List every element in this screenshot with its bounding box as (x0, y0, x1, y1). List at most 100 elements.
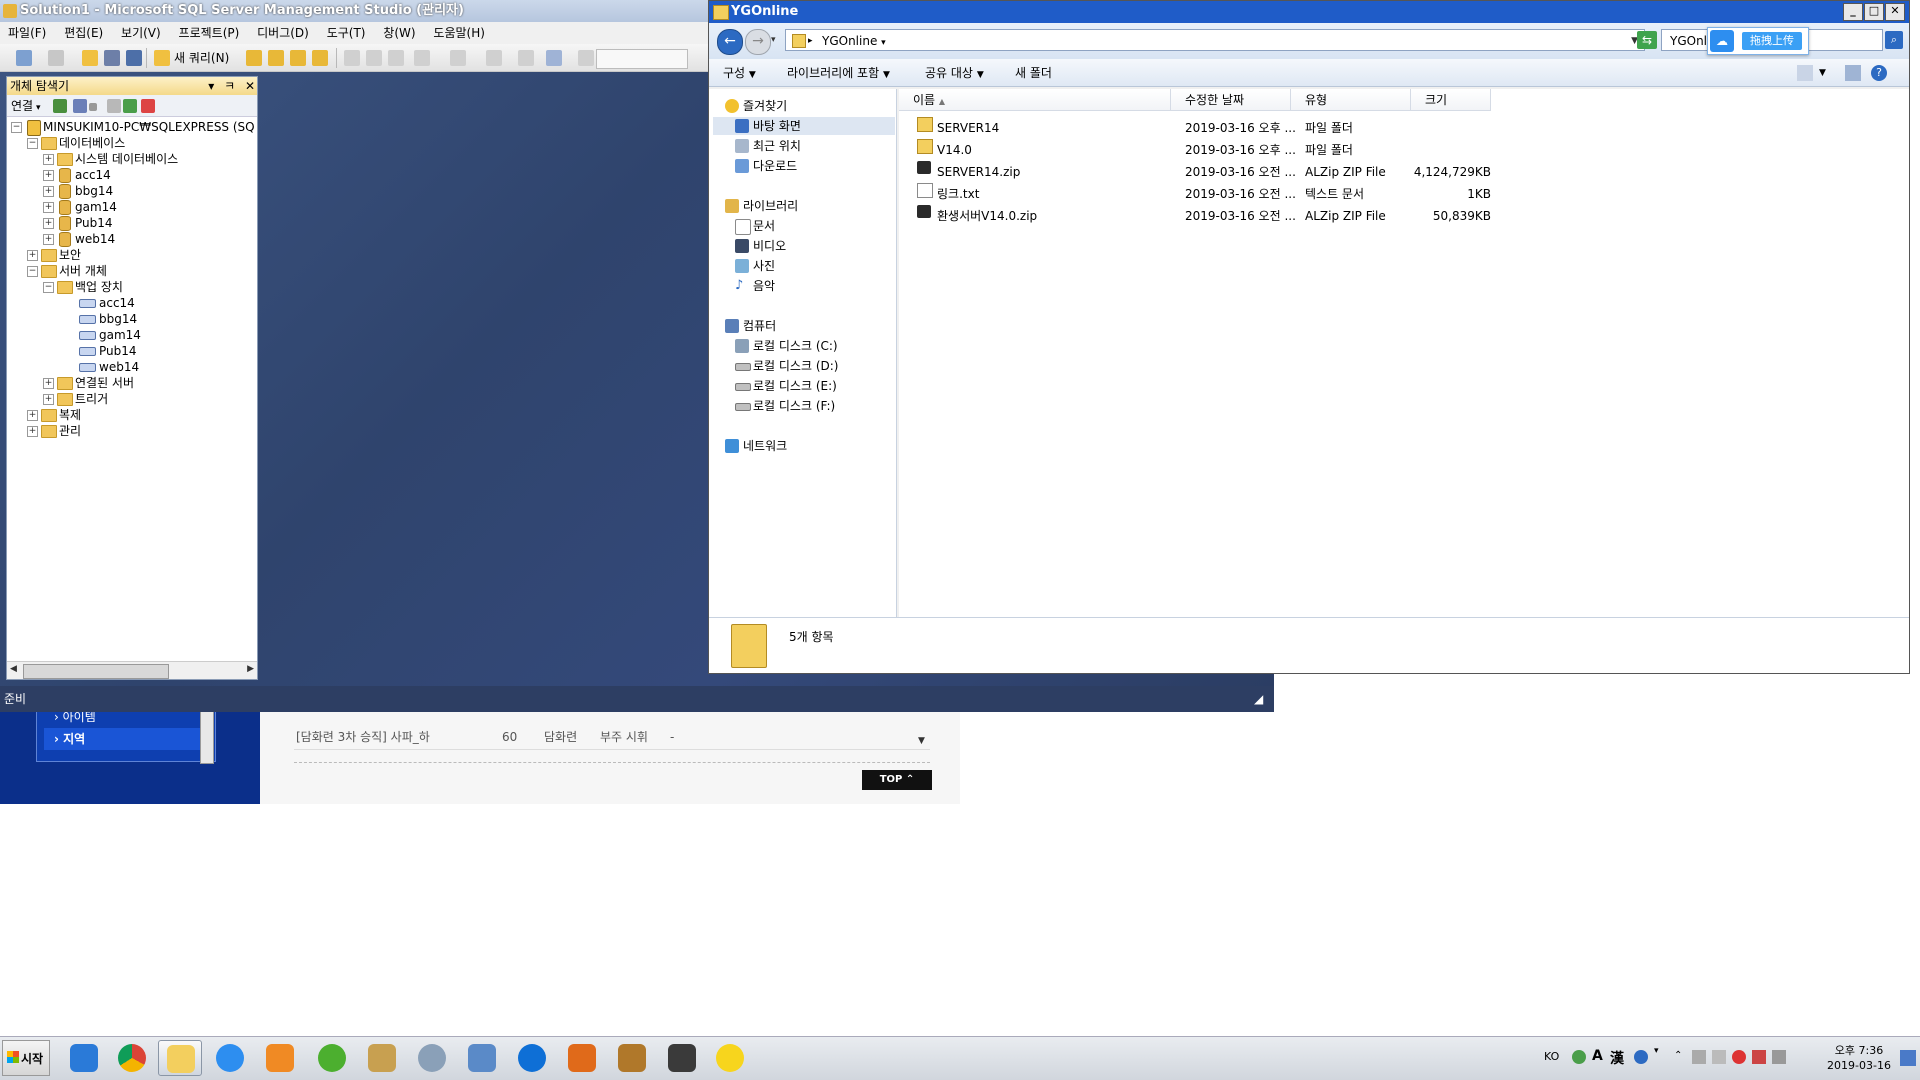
ime-mode-icon[interactable] (1572, 1050, 1586, 1064)
collapse-icon[interactable]: − (27, 138, 38, 149)
activity-icon[interactable] (141, 99, 155, 113)
refresh-icon[interactable] (123, 99, 137, 113)
query-mdx-icon[interactable] (290, 50, 306, 66)
minimize-button[interactable]: _ (1843, 3, 1863, 21)
menu-edit[interactable]: 편집(E) (64, 26, 103, 40)
scrollbar-thumb[interactable] (23, 664, 169, 679)
grid-icon[interactable] (48, 50, 64, 66)
signal-icon[interactable] (1772, 1050, 1786, 1064)
navigate-back-icon[interactable] (486, 50, 502, 66)
expand-icon[interactable]: + (43, 234, 54, 245)
refresh-icon[interactable]: ⇆ (1637, 31, 1657, 49)
help-icon[interactable] (1634, 1050, 1648, 1064)
include-in-library-button[interactable]: 라이브러리에 포함 ▼ (787, 59, 890, 89)
ime-hanja-icon[interactable]: 漢 (1610, 1048, 1624, 1068)
connect-db-icon[interactable] (53, 99, 67, 113)
redo-icon[interactable] (450, 50, 466, 66)
chevron-down-icon[interactable]: ▾ (33, 103, 41, 113)
nav-computer[interactable]: 컴퓨터 (725, 317, 895, 335)
web-nav-item-region[interactable]: › 지역 (44, 728, 202, 750)
chevron-down-icon[interactable]: ▾ (208, 79, 214, 93)
usb-icon[interactable] (1692, 1050, 1706, 1064)
web-nav-scrollbar[interactable] (200, 710, 214, 764)
column-header-modified[interactable]: 수정한 날짜 (1171, 89, 1291, 111)
close-button[interactable]: ✕ (1885, 3, 1905, 21)
scroll-down-icon[interactable]: ▼ (918, 736, 930, 748)
copy-icon[interactable] (366, 50, 382, 66)
taskbar-editor[interactable] (610, 1040, 654, 1076)
close-icon[interactable]: ✕ (245, 79, 255, 93)
menu-view[interactable]: 보기(V) (121, 26, 161, 40)
nav-drive-f[interactable]: 로컬 디스크 (F:) (735, 397, 895, 415)
taskbar-media-player[interactable] (258, 1040, 302, 1076)
back-arrow-icon[interactable]: ← (717, 29, 743, 55)
start-icon[interactable] (578, 50, 594, 66)
horizontal-scrollbar[interactable]: ◀ ▶ (7, 661, 257, 679)
maximize-button[interactable]: □ (1864, 3, 1884, 21)
taskbar-chrome[interactable] (110, 1040, 154, 1076)
nav-drive-e[interactable]: 로컬 디스크 (E:) (735, 377, 895, 395)
connect-button[interactable]: 연결 (11, 99, 33, 113)
menu-file[interactable]: 파일(F) (8, 26, 46, 40)
save-all-icon[interactable] (126, 50, 142, 66)
save-icon[interactable] (104, 50, 120, 66)
address-field[interactable]: ▸ YGOnline ▾ ▼ (785, 29, 1645, 51)
query-db-icon[interactable] (246, 50, 262, 66)
query-xmla-icon[interactable] (312, 50, 328, 66)
expand-icon[interactable]: + (43, 202, 54, 213)
menu-window[interactable]: 창(W) (383, 26, 415, 40)
column-header-size[interactable]: 크기 (1411, 89, 1491, 111)
taskbar-tools[interactable] (360, 1040, 404, 1076)
file-row[interactable]: SERVER14 2019-03-16 오후 ... 파일 폴더 (899, 117, 1499, 139)
taskbar-explorer[interactable] (158, 1040, 202, 1076)
taskbar-kakaotalk[interactable] (708, 1040, 752, 1076)
chevron-down-icon[interactable]: ▾ (881, 38, 886, 48)
nav-pictures[interactable]: 사진 (735, 257, 895, 275)
column-header-name[interactable]: 이름 ▲ (899, 89, 1171, 111)
expand-icon[interactable]: + (27, 426, 38, 437)
menu-help[interactable]: 도움말(H) (433, 26, 485, 40)
activity-monitor-icon[interactable] (546, 50, 562, 66)
new-project-icon[interactable] (16, 50, 32, 66)
menu-tools[interactable]: 도구(T) (327, 26, 366, 40)
expand-icon[interactable]: + (43, 154, 54, 165)
volume-icon[interactable] (1712, 1050, 1726, 1064)
taskbar-ie[interactable] (62, 1040, 106, 1076)
expand-icon[interactable]: + (27, 410, 38, 421)
tray-options-icon[interactable]: ▾ (1654, 1046, 1659, 1056)
expand-icon[interactable]: + (43, 170, 54, 181)
collapse-icon[interactable]: − (11, 122, 22, 133)
new-folder-button[interactable]: 새 폴더 (1015, 59, 1052, 87)
top-button[interactable]: TOP ⌃ (862, 770, 932, 790)
language-indicator[interactable]: KO (1544, 1050, 1559, 1063)
expand-icon[interactable]: + (27, 250, 38, 261)
nav-documents[interactable]: 문서 (735, 217, 895, 235)
start-button[interactable]: 시작 (2, 1040, 50, 1076)
file-row[interactable]: V14.0 2019-03-16 오후 ... 파일 폴더 (899, 139, 1499, 161)
preview-pane-icon[interactable] (1845, 65, 1861, 81)
nav-recent[interactable]: 최근 위치 (735, 137, 895, 155)
filter-icon[interactable] (107, 99, 121, 113)
expand-icon[interactable]: + (43, 218, 54, 229)
nav-libraries[interactable]: 라이브러리 (725, 197, 895, 215)
taskbar-settings[interactable] (410, 1040, 454, 1076)
query-analysis-icon[interactable] (268, 50, 284, 66)
nav-network[interactable]: 네트워크 (725, 437, 895, 455)
menu-project[interactable]: 프로젝트(P) (179, 26, 240, 40)
solution-config-dropdown[interactable] (596, 49, 688, 69)
share-with-button[interactable]: 공유 대상 ▼ (925, 59, 984, 89)
stop-icon[interactable] (89, 103, 97, 111)
scroll-left-icon[interactable]: ◀ (10, 664, 17, 674)
nav-drive-d[interactable]: 로컬 디스크 (D:) (735, 357, 895, 375)
view-options-icon[interactable] (1797, 65, 1813, 81)
taskbar-sql[interactable] (560, 1040, 604, 1076)
action-center-icon[interactable] (1752, 1050, 1766, 1064)
clock[interactable]: 오후 7:36 2019-03-16 (1824, 1040, 1894, 1076)
breadcrumb-arrow-icon[interactable]: ▸ (808, 30, 813, 52)
security-alert-icon[interactable] (1732, 1050, 1746, 1064)
scroll-right-icon[interactable]: ▶ (247, 664, 254, 674)
taskbar-network[interactable] (460, 1040, 504, 1076)
resize-grip-icon[interactable]: ◢ (1254, 692, 1270, 708)
expand-icon[interactable]: + (43, 378, 54, 389)
collapse-icon[interactable]: − (43, 282, 54, 293)
